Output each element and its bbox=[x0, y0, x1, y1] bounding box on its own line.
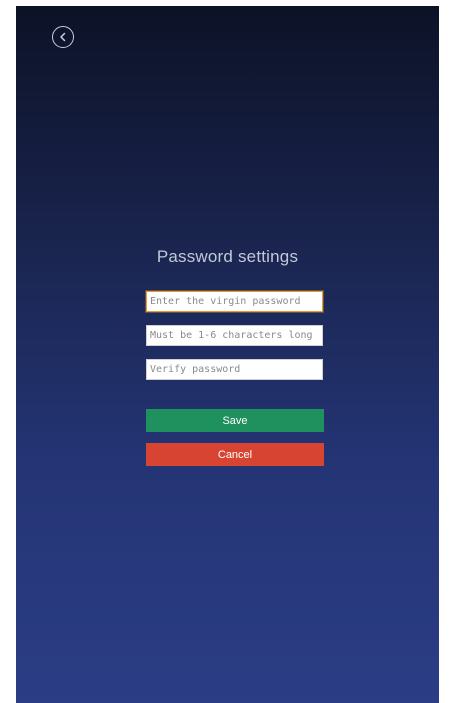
new-password-field[interactable] bbox=[146, 325, 323, 346]
cancel-button[interactable]: Cancel bbox=[146, 443, 324, 466]
back-button[interactable] bbox=[52, 26, 74, 48]
password-settings-screen: Password settings Save Cancel bbox=[16, 6, 439, 703]
save-button[interactable]: Save bbox=[146, 409, 324, 432]
page-title: Password settings bbox=[156, 247, 299, 266]
chevron-left-icon bbox=[58, 32, 68, 42]
verify-password-field[interactable] bbox=[146, 359, 323, 380]
virgin-password-field[interactable] bbox=[146, 291, 323, 312]
